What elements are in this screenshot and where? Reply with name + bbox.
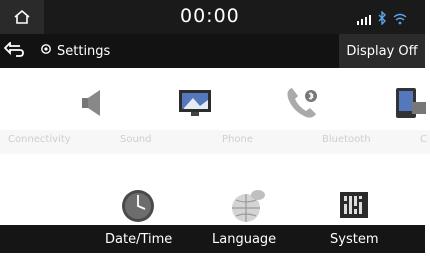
category-label[interactable]: C	[420, 134, 427, 145]
globe-icon[interactable]	[228, 186, 268, 226]
system-icon[interactable]	[334, 186, 374, 226]
home-button[interactable]	[0, 0, 44, 34]
bluetooth-icon	[377, 10, 387, 29]
menu-item-system[interactable]: System	[330, 232, 378, 247]
category-label[interactable]: Bluetooth	[322, 134, 371, 145]
back-icon	[3, 40, 24, 57]
phone-bluetooth-icon[interactable]	[282, 84, 322, 124]
clock-time: 00:00	[180, 5, 240, 27]
menu-item-language[interactable]: Language	[212, 232, 276, 247]
category-labels: Connectivity Sound Phone Bluetooth C	[0, 130, 430, 154]
speaker-icon[interactable]	[72, 84, 112, 124]
title-bar: Settings Display Off	[0, 34, 425, 68]
signal-icon	[357, 10, 371, 29]
back-button[interactable]	[3, 40, 26, 60]
display-off-button[interactable]: Display Off	[339, 34, 425, 68]
display-icon[interactable]	[175, 84, 215, 124]
menu-label-bar: Date/Time Language System	[0, 225, 425, 253]
device-icon[interactable]	[390, 84, 430, 124]
bottom-strip	[0, 253, 425, 261]
page-title: Settings	[40, 43, 110, 59]
category-label[interactable]: Connectivity	[8, 134, 71, 145]
home-icon	[14, 9, 30, 24]
menu-icons	[0, 186, 430, 226]
category-label[interactable]: Sound	[120, 134, 152, 145]
page-title-text: Settings	[57, 43, 111, 59]
settings-screen: 00:00 Settings Display Off Connectivity …	[0, 0, 430, 261]
category-icons	[0, 84, 430, 124]
clock-icon[interactable]	[118, 186, 158, 226]
category-label[interactable]: Phone	[222, 134, 253, 145]
gear-icon	[40, 43, 52, 59]
menu-item-date-time[interactable]: Date/Time	[105, 232, 172, 247]
status-bar: 00:00	[0, 0, 425, 34]
status-icons	[357, 10, 407, 29]
wifi-icon	[393, 10, 407, 29]
